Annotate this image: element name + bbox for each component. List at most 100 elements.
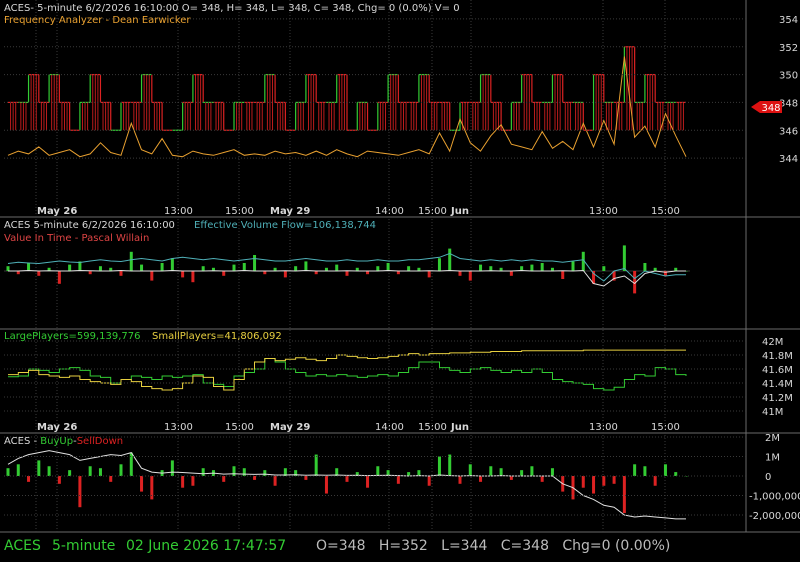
chart-canvas[interactable]: 344346348350352354 348 ACES- 5-minute 6/… — [0, 0, 800, 562]
large-players-label: LargePlayers=599,139,776 — [4, 331, 140, 342]
value-in-time-label: Value In Time - Pascal Willain — [4, 233, 149, 244]
x-axis-lower-tick-0: May 26 — [37, 422, 77, 433]
vf-bar-45 — [468, 271, 472, 281]
background — [0, 0, 800, 562]
vf-bar-42 — [437, 258, 441, 271]
x-axis-upper-tick-5: 15:00 — [418, 206, 447, 217]
bs-bar-36 — [376, 466, 380, 476]
buyup-selldown-header: ACES - BuyUp-SellDown — [4, 436, 123, 447]
vf-bar-18 — [191, 271, 195, 283]
x-axis-lower-tick-3: May 29 — [270, 422, 310, 433]
bs-y-tick-4: -2,000,000 — [749, 511, 800, 522]
buyup-selldown-symbol: ACES - — [4, 436, 40, 447]
bs-bar-50 — [520, 470, 524, 476]
bs-bar-16 — [170, 460, 174, 476]
bs-bar-42 — [437, 456, 441, 476]
bs-bar-65 — [674, 472, 678, 476]
bs-y-tick-0: 2M — [765, 433, 780, 444]
indicator-name: Frequency Analyzer - Dean Earwicker — [4, 15, 191, 26]
x-axis-upper-tick-6: Jun — [450, 206, 469, 217]
players-y-tick-2: 41.4M — [762, 379, 793, 390]
bs-bar-24 — [253, 476, 257, 480]
price-y-tick-4: 352 — [779, 43, 798, 54]
bs-bar-60 — [622, 476, 626, 514]
vf-bar-41 — [427, 271, 431, 278]
bs-bar-25 — [263, 470, 267, 476]
players-y-tick-0: 41M — [762, 407, 783, 418]
vf-bar-3 — [37, 271, 41, 276]
vf-bar-55 — [571, 261, 575, 271]
vf-bar-47 — [489, 266, 493, 271]
bs-bar-52 — [540, 476, 544, 482]
price-header: ACES- 5-minute 6/2/2026 16:10:00 O= 348,… — [4, 3, 460, 14]
bs-bar-31 — [324, 476, 328, 494]
bs-bar-8 — [88, 466, 92, 476]
bs-bar-38 — [396, 476, 400, 484]
vf-bar-17 — [181, 271, 185, 278]
bs-bar-57 — [592, 476, 596, 494]
vf-bar-60 — [622, 245, 626, 271]
vf-bar-43 — [448, 248, 452, 271]
vf-bar-12 — [129, 251, 133, 271]
vf-bar-49 — [509, 271, 513, 276]
bs-bar-10 — [109, 476, 113, 482]
bs-bar-18 — [191, 476, 195, 486]
vf-bar-62 — [643, 263, 647, 271]
bs-bar-23 — [242, 468, 246, 476]
bs-bar-59 — [612, 476, 616, 484]
bs-bar-21 — [222, 476, 226, 482]
x-axis-lower-tick-7: 13:00 — [589, 422, 618, 433]
x-axis-upper-tick-8: 15:00 — [651, 206, 680, 217]
vf-bar-44 — [458, 271, 462, 276]
vf-bar-52 — [540, 263, 544, 271]
status-ohlc: O=348 H=352 L=344 C=348 Chg=0 (0.00%) — [316, 538, 670, 554]
bs-bar-44 — [458, 476, 462, 484]
status-bar: ACES 5-minute 02 June 2026 17:47:57 O=34… — [4, 538, 670, 554]
x-axis-lower-tick-6: Jun — [450, 422, 469, 433]
vf-bar-23 — [242, 263, 246, 271]
vf-bar-2 — [27, 263, 31, 271]
volume-flow-header: ACES 5-minute 6/2/2026 16:10:00 — [4, 220, 175, 231]
vf-bar-9 — [98, 266, 102, 271]
status-datetime: 02 June 2026 17:47:57 — [126, 538, 286, 554]
bs-bar-35 — [366, 476, 370, 488]
bs-bar-29 — [304, 476, 308, 480]
bs-bar-49 — [509, 476, 513, 480]
bs-bar-11 — [119, 464, 123, 476]
bs-bar-13 — [140, 476, 144, 492]
bs-bar-51 — [530, 466, 534, 476]
bs-bar-17 — [181, 476, 185, 488]
vf-bar-16 — [170, 258, 174, 271]
bs-bar-47 — [489, 466, 493, 476]
vf-bar-11 — [119, 271, 123, 276]
bs-bar-46 — [479, 476, 483, 482]
buyup-label: BuyUp — [40, 436, 73, 447]
vf-bar-21 — [222, 271, 226, 276]
bs-bar-48 — [499, 468, 503, 476]
bs-bar-4 — [47, 466, 51, 476]
last-price-marker-label: 348 — [761, 103, 780, 114]
price-y-tick-0: 344 — [779, 154, 798, 165]
bs-bar-43 — [448, 454, 452, 476]
x-axis-upper-tick-0: May 26 — [37, 206, 77, 217]
vf-bar-32 — [335, 264, 339, 271]
vf-bar-13 — [140, 264, 144, 271]
vf-bar-8 — [88, 271, 92, 275]
status-interval: 5-minute — [52, 538, 115, 554]
bs-y-tick-2: 0 — [765, 472, 771, 483]
bs-bar-62 — [643, 466, 647, 476]
bs-bar-58 — [602, 476, 606, 486]
vf-bar-39 — [407, 266, 411, 271]
bs-bar-22 — [232, 466, 236, 476]
vf-bar-46 — [479, 264, 483, 271]
status-symbol: ACES — [4, 538, 41, 554]
players-y-tick-4: 41.8M — [762, 351, 793, 362]
vf-bar-0 — [6, 266, 10, 271]
bs-bar-56 — [581, 476, 585, 488]
bs-bar-53 — [550, 468, 554, 476]
x-axis-upper-tick-7: 13:00 — [589, 206, 618, 217]
players-y-tick-3: 41.6M — [762, 365, 793, 376]
vf-bar-19 — [201, 266, 205, 271]
vf-bar-15 — [160, 263, 164, 271]
bs-bar-63 — [653, 476, 657, 486]
